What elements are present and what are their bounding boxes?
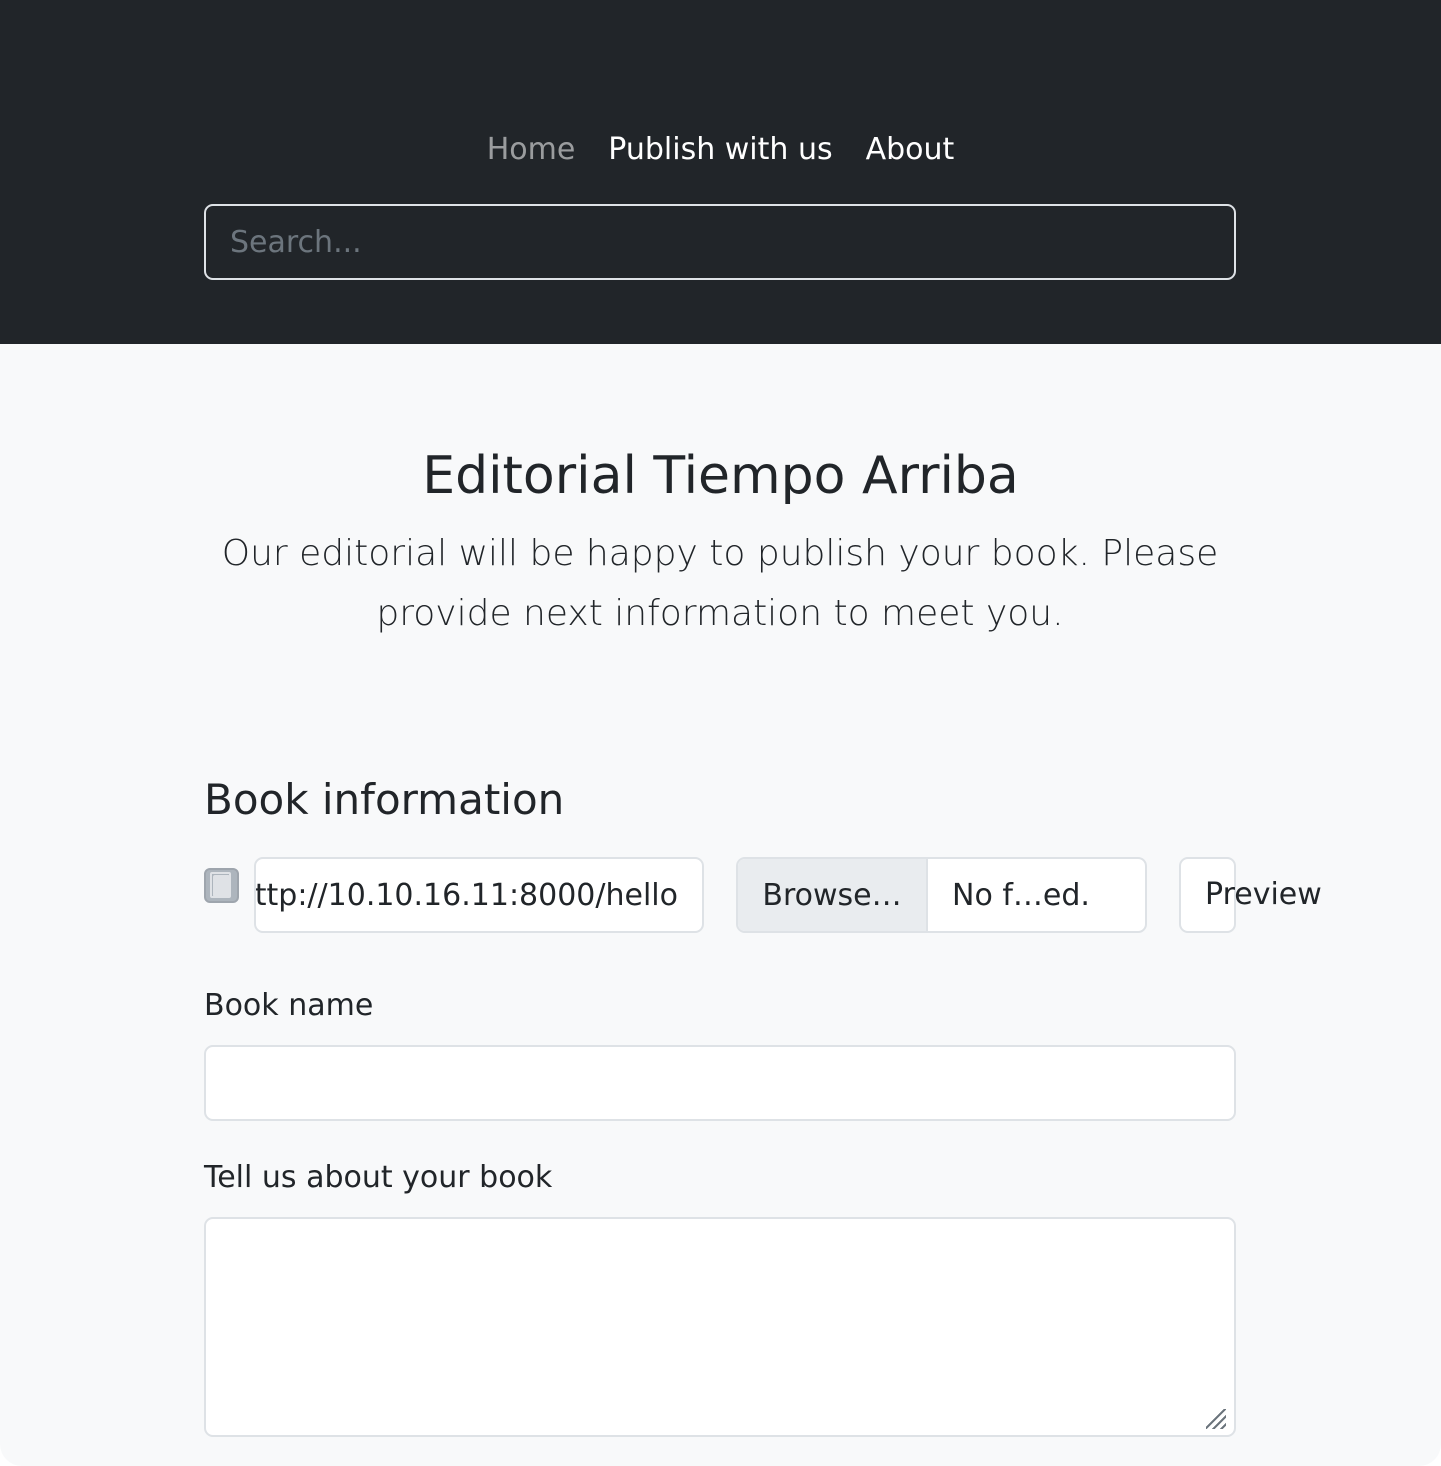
nav-about-link[interactable]: About xyxy=(866,128,955,172)
section-title-book-information: Book information xyxy=(204,775,565,824)
search-box xyxy=(204,204,1236,280)
page: Home Publish with us About Editorial Tie… xyxy=(0,0,1441,1466)
cover-checkbox[interactable] xyxy=(204,868,239,903)
search-input[interactable] xyxy=(230,224,1234,260)
file-status-text: No f…ed. xyxy=(952,877,1090,913)
site-header: Home Publish with us About xyxy=(0,0,1441,344)
page-lead: Our editorial will be happy to publish y… xyxy=(221,533,1219,634)
preview-button-label[interactable]: Preview xyxy=(1205,874,1322,916)
book-description-textarea[interactable] xyxy=(204,1217,1236,1437)
cover-url-input[interactable]: http://10.10.16.11:8000/hello xyxy=(254,857,704,933)
resize-handle-icon[interactable] xyxy=(1206,1409,1226,1429)
main-nav: Home Publish with us About xyxy=(0,128,1441,172)
nav-home-link[interactable]: Home xyxy=(487,128,576,172)
file-upload-group: Browse… No f…ed. xyxy=(736,857,1147,933)
nav-publish-link[interactable]: Publish with us xyxy=(608,128,832,172)
book-name-label: Book name xyxy=(204,988,374,1023)
book-name-input[interactable] xyxy=(204,1045,1236,1121)
book-description-label: Tell us about your book xyxy=(204,1160,553,1195)
cover-url-value: http://10.10.16.11:8000/hello xyxy=(254,877,678,913)
browse-button[interactable]: Browse… xyxy=(738,859,928,931)
page-title: Editorial Tiempo Arriba xyxy=(422,446,1019,506)
document-icon xyxy=(210,871,231,898)
